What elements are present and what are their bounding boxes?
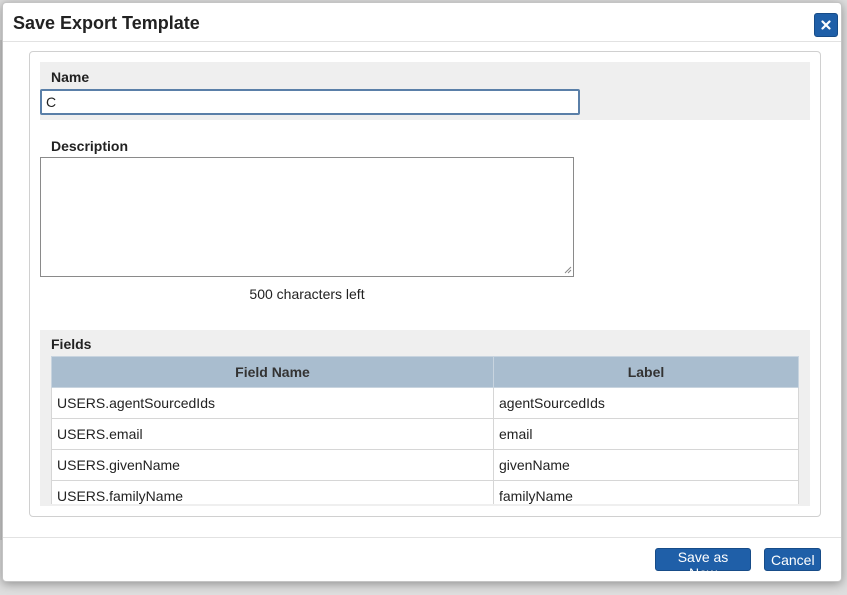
cancel-button[interactable]: Cancel <box>764 548 821 571</box>
field-name-cell: USERS.givenName <box>51 449 494 481</box>
column-header-field-name[interactable]: Field Name <box>51 356 494 388</box>
label-cell: givenName <box>493 449 799 481</box>
table-header-row: Field Name Label <box>51 356 799 388</box>
table-row[interactable]: USERS.email email <box>51 418 799 450</box>
table-row[interactable]: USERS.familyName familyName <box>51 480 799 504</box>
dialog-title: Save Export Template <box>13 13 200 33</box>
field-name-cell: USERS.agentSourcedIds <box>51 387 494 419</box>
fields-label: Fields <box>51 336 92 352</box>
resize-grip-icon[interactable] <box>564 266 572 274</box>
label-cell: email <box>493 418 799 450</box>
save-export-template-dialog: Save Export Template Name Description 50… <box>2 2 842 582</box>
fields-table-scroll[interactable]: Field Name Label USERS.agentSourcedIds a… <box>51 356 799 504</box>
save-as-new-button[interactable]: Save as New <box>655 548 751 581</box>
description-textarea[interactable] <box>40 157 574 277</box>
fields-section: Fields Field Name Label USERS.agentSourc… <box>40 330 810 506</box>
dialog-footer: Save as New Cancel <box>3 537 841 581</box>
label-cell: agentSourcedIds <box>493 387 799 419</box>
description-label: Description <box>51 138 129 154</box>
table-row[interactable]: USERS.givenName givenName <box>51 449 799 481</box>
char-count: 500 characters left <box>249 286 365 302</box>
column-header-label[interactable]: Label <box>493 356 799 388</box>
dialog-titlebar: Save Export Template <box>3 3 841 42</box>
close-button[interactable] <box>814 13 838 37</box>
name-section: Name <box>40 62 810 120</box>
fields-table: Field Name Label USERS.agentSourcedIds a… <box>51 356 799 504</box>
label-cell: familyName <box>493 480 799 504</box>
name-label: Name <box>51 69 90 85</box>
dialog-content: Name Description 500 characters left Fie… <box>29 51 821 517</box>
close-icon <box>821 20 831 30</box>
field-name-cell: USERS.email <box>51 418 494 450</box>
table-row[interactable]: USERS.agentSourcedIds agentSourcedIds <box>51 387 799 419</box>
name-input[interactable] <box>40 89 580 115</box>
field-name-cell: USERS.familyName <box>51 480 494 504</box>
